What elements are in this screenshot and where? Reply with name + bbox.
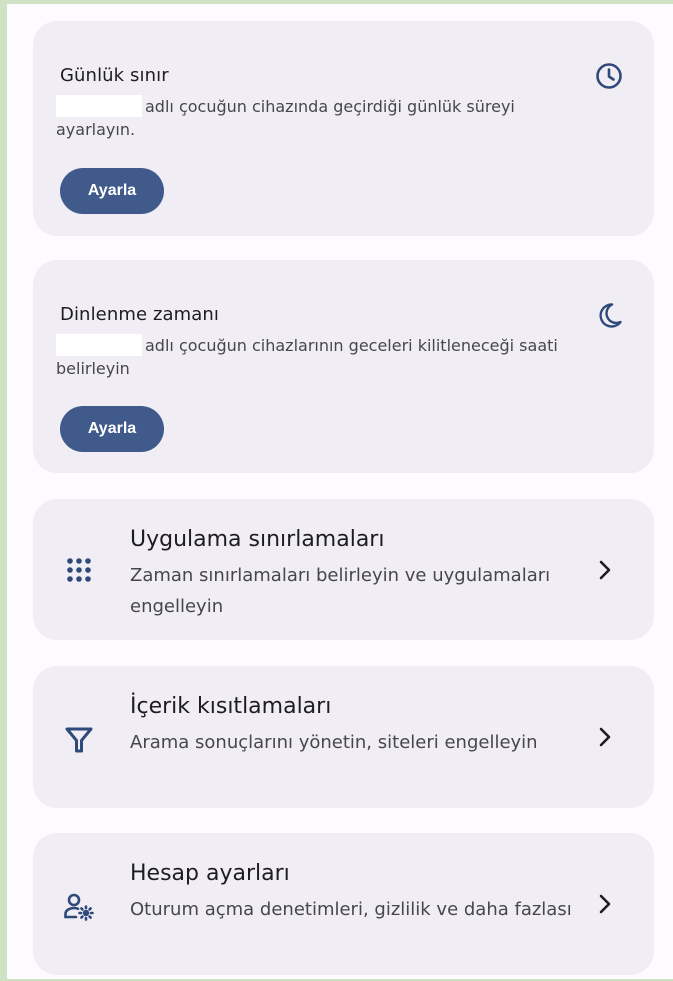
screen: Günlük sınır adlı çocuğun cihazında geçi…	[7, 4, 673, 979]
filter-icon	[65, 727, 93, 753]
app-limits-subtitle: Zaman sınırlamaları belirleyin ve uygula…	[130, 565, 551, 617]
downtime-card: Dinlenme zamanı adlı çocuğun cihazlarını…	[33, 260, 654, 473]
daily-limit-set-button[interactable]: Ayarla	[60, 168, 164, 214]
chevron-right-icon	[599, 727, 611, 747]
downtime-description: adlı çocuğun cihazlarının geceleri kilit…	[56, 334, 596, 380]
chevron-right-icon	[599, 894, 611, 914]
account-settings-subtitle: Oturum açma denetimleri, gizlilik ve dah…	[130, 899, 572, 920]
downtime-title: Dinlenme zamanı	[60, 304, 220, 325]
downtime-set-button[interactable]: Ayarla	[60, 406, 164, 452]
daily-limit-title: Günlük sınır	[60, 65, 169, 86]
daily-limit-card: Günlük sınır adlı çocuğun cihazında geçi…	[33, 21, 654, 236]
moon-icon	[599, 303, 622, 328]
content-restrictions-title: İçerik kısıtlamaları	[130, 694, 332, 719]
account-settings-icon	[64, 893, 94, 921]
chevron-right-icon	[599, 560, 611, 580]
account-settings-title: Hesap ayarları	[130, 861, 290, 886]
clock-icon	[596, 63, 622, 89]
redacted-child-name	[56, 334, 142, 356]
app-limits-row[interactable]: Uygulama sınırlamaları Zaman sınırlamala…	[33, 499, 654, 640]
redacted-child-name	[56, 95, 142, 117]
daily-limit-description: adlı çocuğun cihazında geçirdiği günlük …	[56, 95, 596, 141]
apps-grid-icon	[67, 558, 91, 582]
account-settings-row[interactable]: Hesap ayarları Oturum açma denetimleri, …	[33, 833, 654, 975]
content-restrictions-subtitle: Arama sonuçlarını yönetin, siteleri enge…	[130, 732, 538, 753]
content-restrictions-row[interactable]: İçerik kısıtlamaları Arama sonuçlarını y…	[33, 666, 654, 808]
app-limits-title: Uygulama sınırlamaları	[130, 527, 385, 552]
